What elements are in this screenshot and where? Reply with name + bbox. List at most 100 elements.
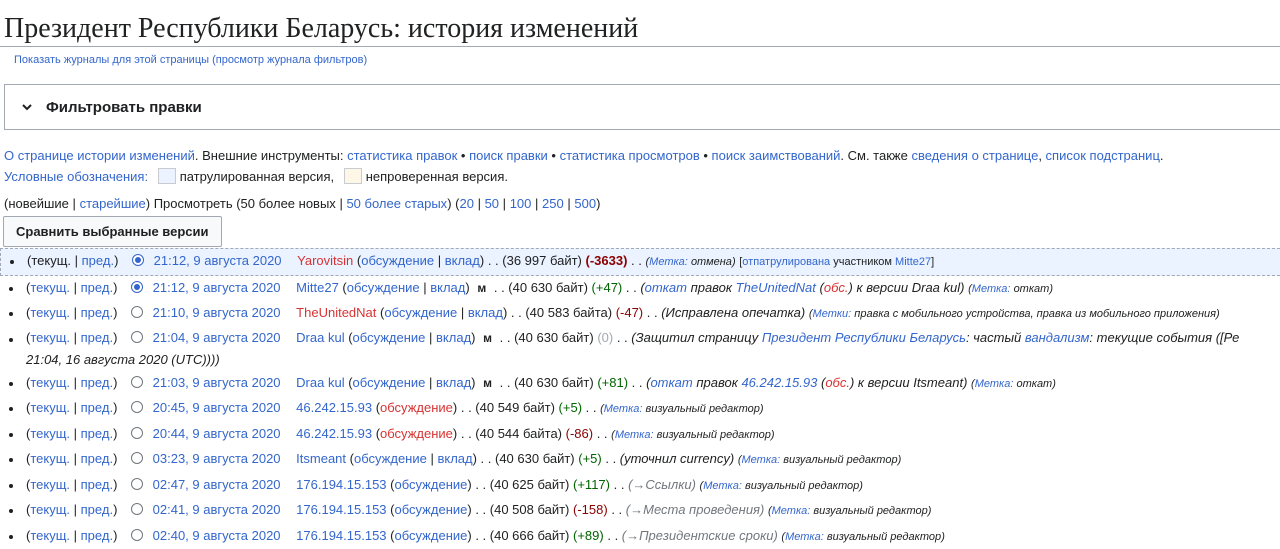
user-contrib-link[interactable]: вклад [436,330,471,345]
user-link[interactable]: Yarovitsin [297,253,353,268]
user-link[interactable]: 46.242.15.93 [296,400,372,415]
prev-diff-link[interactable]: пред. [81,477,113,492]
prev-diff-link[interactable]: пред. [82,253,114,268]
cur-diff-link[interactable]: текущ. [30,330,70,345]
tool-edit-stats[interactable]: статистика правок [347,148,457,163]
size-diff: (-47) [616,305,643,320]
user-link[interactable]: 176.194.15.153 [296,477,386,492]
cur-diff-link[interactable]: текущ. [30,502,70,517]
revision-date-link[interactable]: 20:44, 9 августа 2020 [153,426,281,441]
subpages-link[interactable]: список подстраниц [1046,148,1160,163]
revision-date-link[interactable]: 21:12, 9 августа 2020 [153,280,281,295]
prev-diff-link[interactable]: пред. [81,451,113,466]
user-talk-link[interactable]: обсуждение [347,280,420,295]
user-link[interactable]: Draa kul [296,330,344,345]
radio-diff[interactable] [131,452,143,464]
limit-50[interactable]: 50 [485,196,499,211]
page-title: Президент Республики Беларусь: история и… [0,0,1280,46]
radio-diff[interactable] [131,331,143,343]
user-talk-link[interactable]: обсуждение [361,253,434,268]
cur-diff-link[interactable]: текущ. [30,375,70,390]
cur-diff-link[interactable]: текущ. [30,280,70,295]
cur-diff-link[interactable]: текущ. [30,451,70,466]
radio-oldid[interactable] [132,254,144,266]
prev-diff-link[interactable]: пред. [81,280,113,295]
oldest-link[interactable]: старейшие [80,196,146,211]
cur-diff-link[interactable]: текущ. [30,305,70,320]
prev-diff-link[interactable]: пред. [81,502,113,517]
radio-diff[interactable] [131,306,143,318]
tool-pageviews[interactable]: статистика просмотров [560,148,700,163]
user-contrib-link[interactable]: вклад [468,305,503,320]
limit-250[interactable]: 250 [542,196,564,211]
user-talk-link[interactable]: обсуждение [354,451,427,466]
radio-diff[interactable] [131,401,143,413]
user-link[interactable]: TheUnitedNat [296,305,376,320]
radio-diff[interactable] [131,529,143,541]
user-talk-link[interactable]: обсуждение [384,305,457,320]
user-talk-link[interactable]: обсуждение [395,477,468,492]
revision-date-link[interactable]: 20:45, 9 августа 2020 [153,400,281,415]
revision-date-link[interactable]: 21:10, 9 августа 2020 [153,305,281,320]
radio-diff[interactable] [131,281,143,293]
user-link[interactable]: Itsmeant [296,451,346,466]
revision-date-link[interactable]: 03:23, 9 августа 2020 [153,451,281,466]
limit-100[interactable]: 100 [510,196,532,211]
patrol-info: [отпатрулирована участником Mitte27] [739,256,934,268]
prev-diff-link[interactable]: пред. [81,426,113,441]
size-diff: (+81) [597,375,628,390]
revision-date-link[interactable]: 02:47, 9 августа 2020 [153,477,281,492]
user-talk-link[interactable]: обсуждение [395,502,468,517]
radio-diff[interactable] [131,478,143,490]
user-link[interactable]: Mitte27 [296,280,339,295]
limit-20[interactable]: 20 [459,196,473,211]
cur-diff-link[interactable]: текущ. [30,426,70,441]
revision-date-link[interactable]: 21:12, 9 августа 2020 [154,253,282,268]
user-contrib-link[interactable]: вклад [436,375,471,390]
revision-date-link[interactable]: 21:04, 9 августа 2020 [153,330,281,345]
cur-diff-link[interactable]: текущ. [30,477,70,492]
history-row: (текущ. | пред.) 21:03, 9 августа 2020 D… [0,371,1280,397]
history-list: (текущ. | пред.) 21:12, 9 августа 2020 Y… [0,248,1280,549]
history-help-link[interactable]: О странице истории изменений [4,148,195,163]
user-link[interactable]: 176.194.15.153 [296,528,386,543]
edit-summary: (откат правок TheUnitedNat (обс.) к верс… [640,280,964,295]
tool-copyvio[interactable]: поиск заимствований [712,148,841,163]
cur-diff-link[interactable]: текущ. [30,400,70,415]
user-talk-link[interactable]: обсуждение [395,528,468,543]
user-link[interactable]: 46.242.15.93 [296,426,372,441]
radio-diff[interactable] [131,503,143,515]
prev-diff-link[interactable]: пред. [81,528,113,543]
size-diff: (+47) [592,280,623,295]
tool-edit-search[interactable]: поиск правки [469,148,548,163]
user-talk-link[interactable]: обсуждение [380,426,453,441]
limit-500[interactable]: 500 [574,196,596,211]
filter-panel[interactable]: Фильтровать правки [4,84,1280,130]
user-contrib-link[interactable]: вклад [430,280,465,295]
tags: (Метка: визуальный редактор) [611,429,774,441]
compare-button[interactable]: Сравнить выбранные версии [3,216,222,247]
user-talk-link[interactable]: обсуждение [353,330,426,345]
prev-diff-link[interactable]: пред. [81,375,113,390]
logs-link[interactable]: Показать журналы для этой страницы (прос… [14,54,367,66]
older-link[interactable]: 50 более старых [346,196,447,211]
radio-diff[interactable] [131,376,143,388]
legend-link[interactable]: Условные обозначения: [4,169,148,184]
tags: (Метка: визуальный редактор) [781,531,944,543]
radio-diff[interactable] [131,427,143,439]
cur-diff-link[interactable]: текущ. [30,528,70,543]
user-talk-link[interactable]: обсуждение [353,375,426,390]
user-contrib-link[interactable]: вклад [445,253,480,268]
minor-edit-flag: м [477,281,486,295]
user-link[interactable]: 176.194.15.153 [296,502,386,517]
revision-date-link[interactable]: 21:03, 9 августа 2020 [153,375,281,390]
revision-date-link[interactable]: 02:41, 9 августа 2020 [153,502,281,517]
page-info-link[interactable]: сведения о странице [911,148,1038,163]
prev-diff-link[interactable]: пред. [81,305,113,320]
revision-date-link[interactable]: 02:40, 9 августа 2020 [153,528,281,543]
prev-diff-link[interactable]: пред. [81,330,113,345]
prev-diff-link[interactable]: пред. [81,400,113,415]
user-contrib-link[interactable]: вклад [437,451,472,466]
user-link[interactable]: Draa kul [296,375,344,390]
user-talk-link[interactable]: обсуждение [380,400,453,415]
